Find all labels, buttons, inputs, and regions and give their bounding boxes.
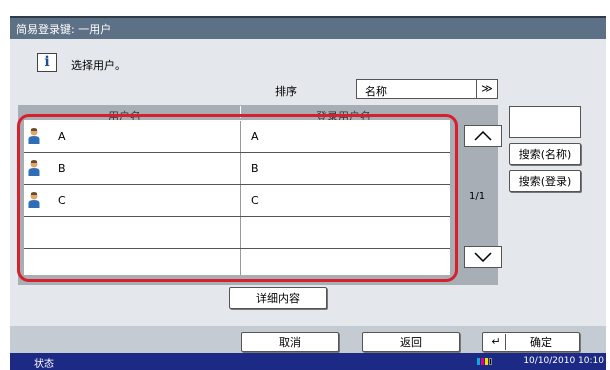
sort-dropdown[interactable]: 名称 ≫: [356, 79, 498, 99]
search-login-button[interactable]: 搜索(登录): [509, 170, 581, 192]
datetime: 10/10/2010 10:10: [523, 356, 604, 366]
ok-label: 确定: [530, 336, 552, 349]
scroll-up-button[interactable]: [464, 125, 502, 147]
back-button[interactable]: 返回: [362, 332, 460, 352]
title-text: 简易登录键: 一用户: [16, 23, 112, 36]
detail-button[interactable]: 详细内容: [229, 287, 327, 309]
page-indicator: 1/1: [469, 191, 486, 202]
chevron-down-icon: ≫: [476, 80, 497, 98]
status-button[interactable]: 状态: [34, 355, 54, 370]
enter-icon: ↵: [487, 334, 506, 350]
sort-label: 排序: [275, 85, 297, 98]
cancel-button[interactable]: 取消: [241, 332, 339, 352]
chevron-down-icon: [474, 252, 492, 262]
chevron-up-icon: [474, 131, 492, 141]
sort-value: 名称: [365, 85, 387, 98]
search-field[interactable]: [509, 106, 581, 138]
scroll-down-button[interactable]: [464, 246, 502, 268]
list-highlight-frame: [17, 114, 458, 282]
ok-button[interactable]: ↵ 确定: [482, 332, 580, 352]
info-icon: i: [37, 53, 57, 72]
instruction-text: 选择用户。: [71, 59, 126, 72]
title-bar: 简易登录键: 一用户: [10, 16, 606, 39]
search-name-button[interactable]: 搜索(名称): [509, 143, 581, 165]
status-bar: 状态 10/10/2010 10:10: [10, 353, 606, 370]
